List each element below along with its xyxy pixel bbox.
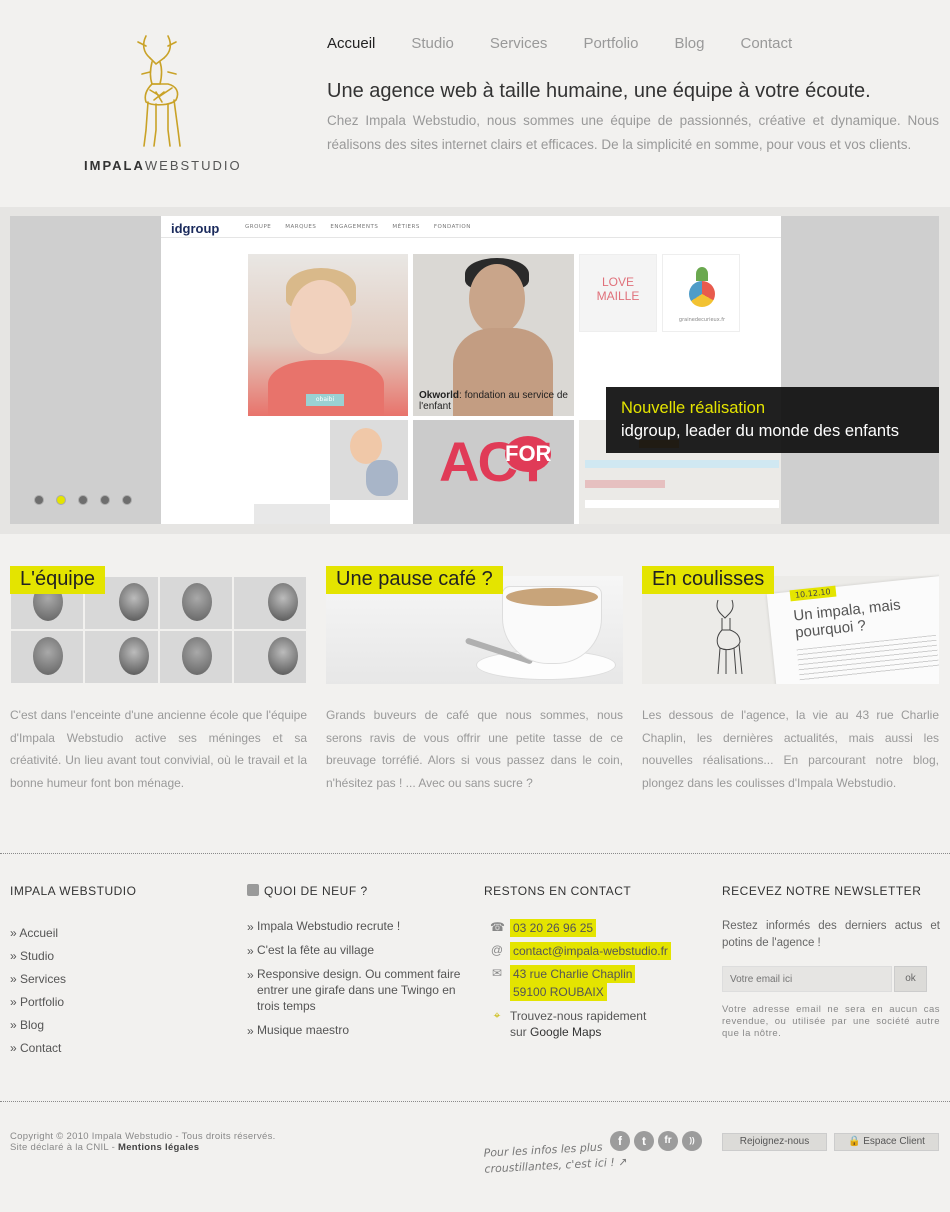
phone-icon: ☎ xyxy=(490,920,505,934)
contact-phone: 03 20 26 96 25 xyxy=(510,919,597,937)
contact-address-line1: 43 rue Charlie Chaplin xyxy=(510,965,636,983)
footer-link-services[interactable]: » Services xyxy=(10,968,136,991)
join-button[interactable]: Rejoignez-nous xyxy=(722,1133,827,1151)
slide-caption-title: Nouvelle réalisation xyxy=(621,399,765,417)
intro-title: Une agence web à taille humaine, une équ… xyxy=(327,80,871,102)
obaibi-tag: obaibi xyxy=(306,394,344,406)
impala-deer-icon xyxy=(137,35,181,147)
twitter-icon[interactable]: t xyxy=(634,1131,654,1151)
newsletter-lead: Restez informés des derniers actus et po… xyxy=(722,920,940,949)
slide-caption-subtitle: idgroup, leader du monde des enfants xyxy=(621,422,899,440)
espace-client-button[interactable]: 🔒 Espace Client xyxy=(834,1133,939,1151)
slider-dot[interactable] xyxy=(100,495,110,505)
tile-love-maille: LOVE MAILLE xyxy=(579,254,657,332)
feature-description: C'est dans l'enceinte d'une ancienne éco… xyxy=(10,708,307,791)
logo[interactable]: IMPALAWEBSTUDIO xyxy=(84,34,242,174)
screenshot-menu: GROUPE MARQUES ENGAGEMENTS MÉTIERS FONDA… xyxy=(245,224,471,230)
feature-title[interactable]: L'équipe xyxy=(10,566,105,594)
lock-icon: 🔒 xyxy=(848,1136,864,1147)
footer-col-title: RECEVEZ NOTRE NEWSLETTER xyxy=(722,884,922,898)
flickr-icon[interactable]: fr xyxy=(658,1131,678,1151)
legal-link[interactable]: Mentions légales xyxy=(118,1142,199,1153)
newsletter-email-input[interactable] xyxy=(722,966,892,992)
at-icon: @ xyxy=(490,943,504,957)
screenshot-nav: idgroup GROUPE MARQUES ENGAGEMENTS MÉTIE… xyxy=(161,216,781,238)
nav-contact[interactable]: Contact xyxy=(741,35,793,52)
map-pin-icon: ⌖ xyxy=(493,1008,501,1022)
footer-link-contact[interactable]: » Contact xyxy=(10,1037,136,1060)
footer-separator xyxy=(0,1101,950,1102)
tile-baby: obaibi xyxy=(248,254,408,416)
slide-caption[interactable]: Nouvelle réalisation idgroup, leader du … xyxy=(606,387,939,453)
footer-col-sitemap: IMPALA WEBSTUDIO » Accueil » Studio » Se… xyxy=(10,884,136,1060)
newsletter-ok-button[interactable]: ok xyxy=(894,966,927,992)
screenshot-menu-item: FONDATION xyxy=(433,224,471,230)
intro-text: Chez Impala Webstudio, nous sommes une é… xyxy=(327,113,939,152)
footer-col-title: RESTONS EN CONTACT xyxy=(484,884,632,898)
slider-dot[interactable] xyxy=(34,495,44,505)
okworld-caption: Okworld: fondation au service de l'enfan… xyxy=(419,390,568,412)
tile-actions xyxy=(248,420,408,524)
nav-portfolio[interactable]: Portfolio xyxy=(583,35,638,52)
slider-dot[interactable] xyxy=(122,495,132,505)
facebook-icon[interactable]: f xyxy=(610,1131,630,1151)
screenshot-menu-item: GROUPE xyxy=(245,224,272,230)
rss-feed-icon[interactable]: )) xyxy=(682,1131,702,1151)
rss-icon[interactable] xyxy=(247,884,259,896)
footer-col-newsletter: RECEVEZ NOTRE NEWSLETTER Restez informés… xyxy=(722,884,940,1039)
screenshot-menu-item: ENGAGEMENTS xyxy=(330,224,379,230)
contact-email[interactable]: contact@impala-webstudio.fr xyxy=(510,942,671,960)
footer-col-contact: RESTONS EN CONTACT ☎ 03 20 26 96 25 @ co… xyxy=(484,884,704,1039)
screenshot-menu-item: MÉTIERS xyxy=(392,224,420,230)
slider-dot[interactable] xyxy=(78,495,88,505)
footer-col-news: QUOI DE NEUF ? Impala Webstudio recrute … xyxy=(247,884,467,1046)
slide-screenshot[interactable]: idgroup GROUPE MARQUES ENGAGEMENTS MÉTIE… xyxy=(161,216,781,524)
contact-address-line2: 59100 ROUBAIX xyxy=(510,983,607,1001)
news-item[interactable]: Responsive design. Ou comment faire entr… xyxy=(247,966,467,1014)
slider[interactable]: idgroup GROUPE MARQUES ENGAGEMENTS MÉTIE… xyxy=(10,216,939,524)
tile-okworld: Okworld: fondation au service de l'enfan… xyxy=(413,254,574,416)
main-nav: Accueil Studio Services Portfolio Blog C… xyxy=(327,35,828,52)
logo-text: IMPALAWEBSTUDIO xyxy=(84,158,242,173)
tile-graine: grainedecurieux.fr xyxy=(662,254,740,332)
feature-title[interactable]: Une pause café ? xyxy=(326,566,503,594)
deer-sketch-icon xyxy=(716,599,743,675)
copyright: Copyright © 2010 Impala Webstudio - Tous… xyxy=(10,1131,276,1153)
arrow-icon: ↗ xyxy=(617,1155,628,1169)
footer-link-portfolio[interactable]: » Portfolio xyxy=(10,991,136,1014)
feature-title[interactable]: En coulisses xyxy=(642,566,775,594)
nav-accueil[interactable]: Accueil xyxy=(327,35,375,52)
footer-link-studio[interactable]: » Studio xyxy=(10,945,136,968)
screenshot-logo: idgroup xyxy=(171,221,220,236)
footer-col-title: QUOI DE NEUF ? xyxy=(247,884,467,898)
tile-act-for-kids: ACT FOR xyxy=(413,420,574,524)
mail-icon: ✉ xyxy=(491,966,503,980)
screenshot-menu-item: MARQUES xyxy=(285,224,317,230)
newsletter-note: Votre adresse email ne sera en aucun cas… xyxy=(722,1004,940,1039)
google-maps-link[interactable]: Google Maps xyxy=(530,1025,601,1039)
contact-map: Trouvez-nous rapidement sur Google Maps xyxy=(510,1009,647,1039)
news-item[interactable]: Impala Webstudio recrute ! xyxy=(247,918,467,935)
nav-blog[interactable]: Blog xyxy=(674,35,704,52)
social-links: f t fr )) xyxy=(610,1131,702,1151)
slider-dots xyxy=(34,495,132,505)
footer-col-title: IMPALA WEBSTUDIO xyxy=(10,884,137,898)
feature-description: Grands buveurs de café que nous sommes, … xyxy=(326,708,623,791)
social-note: Pour les infos les plus croustillantes, … xyxy=(483,1140,628,1176)
feature-description: Les dessous de l'agence, la vie au 43 ru… xyxy=(642,708,939,791)
footer-link-blog[interactable]: » Blog xyxy=(10,1014,136,1037)
footer-link-accueil[interactable]: » Accueil xyxy=(10,922,136,945)
news-item[interactable]: C'est la fête au village xyxy=(247,942,467,959)
nav-services[interactable]: Services xyxy=(490,35,548,52)
nav-studio[interactable]: Studio xyxy=(411,35,454,52)
news-item[interactable]: Musique maestro xyxy=(247,1022,467,1039)
footer-separator xyxy=(0,853,950,854)
slider-dot-active[interactable] xyxy=(56,495,66,505)
